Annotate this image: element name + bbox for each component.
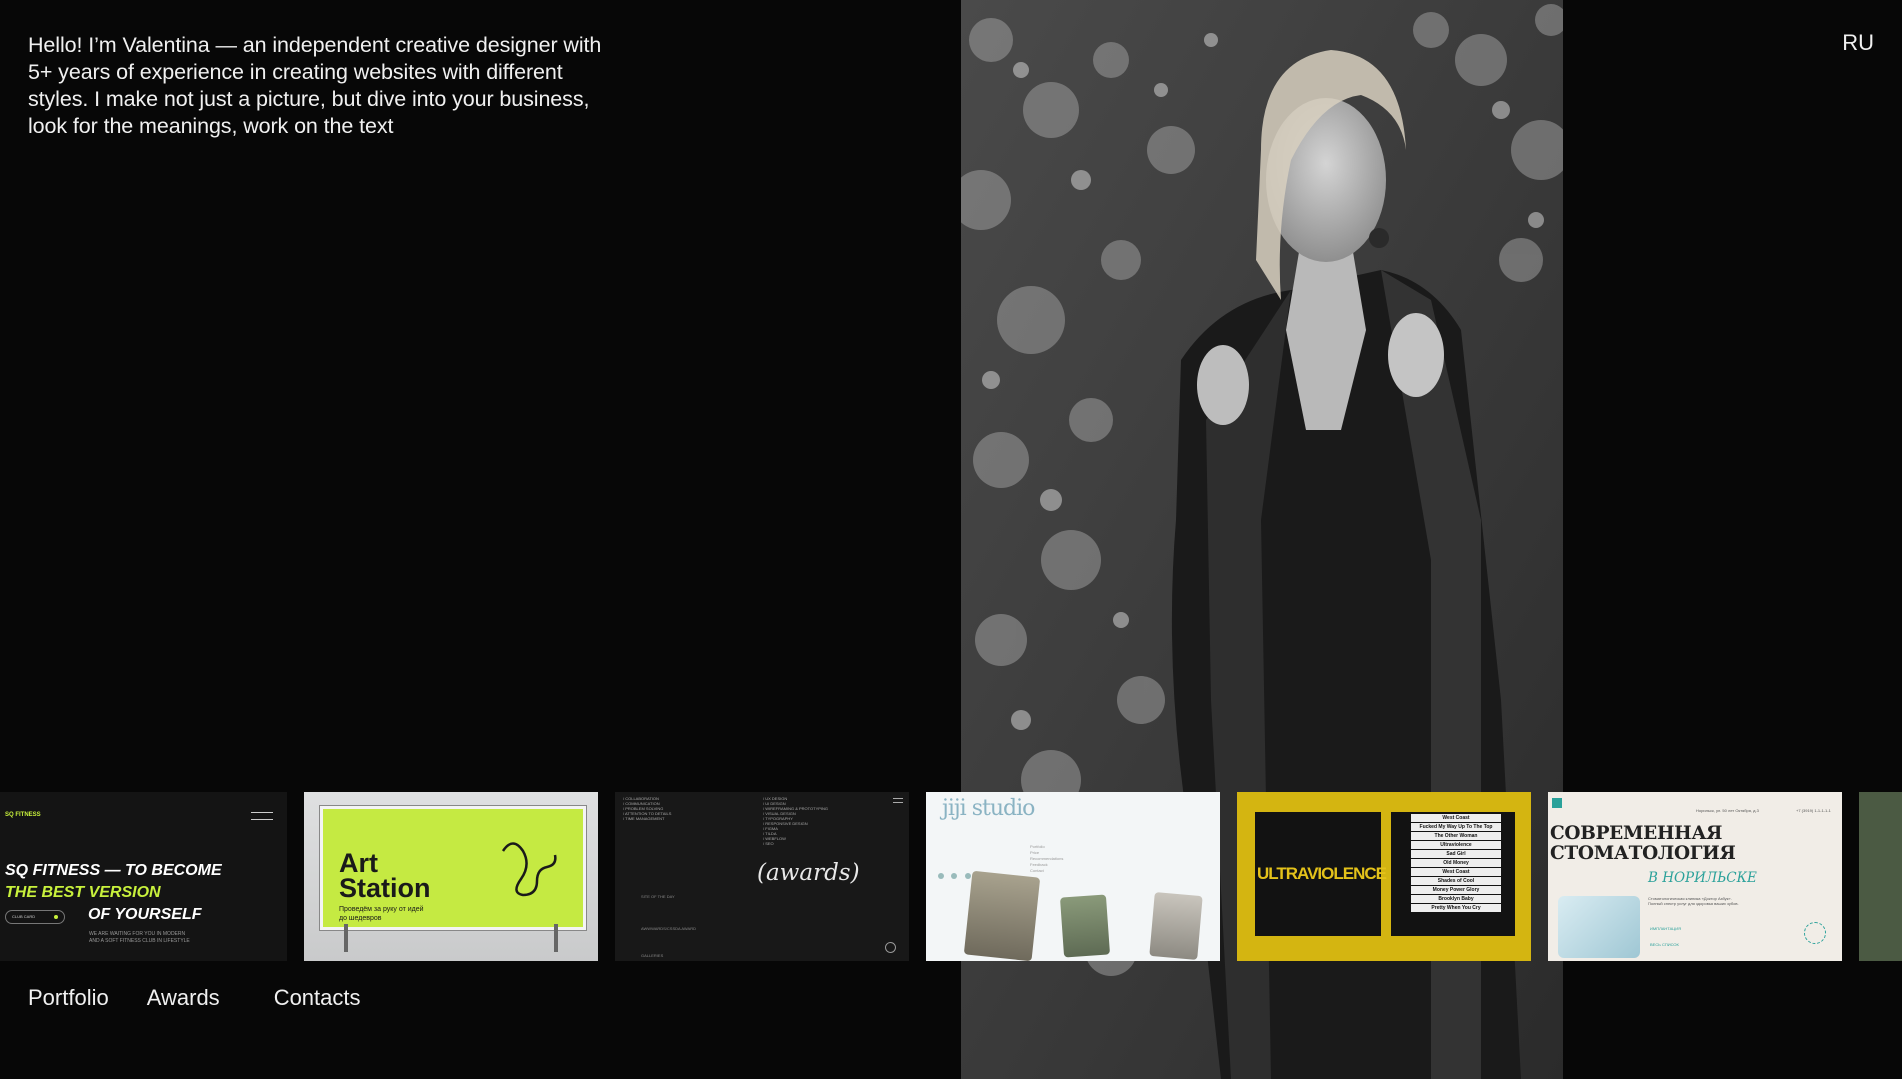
card-skill-list-left: / COLLABORATION / COMMUNICATION / PROBLE… (623, 796, 672, 821)
card-description: Стоматологическая клиника «Доктор Азбук»… (1648, 896, 1739, 906)
card-pill-label: CLUB CARD (12, 914, 36, 919)
card-row-3: GALLERIES (641, 953, 664, 958)
portfolio-card-awards[interactable]: / COLLABORATION / COMMUNICATION / PROBLE… (615, 792, 909, 961)
card-ru-text: Проведём за руку от идей до шедевров (339, 906, 424, 922)
billboard: Art Station Проведём за руку от идей до … (320, 806, 586, 930)
card-headline-line2: THE BEST VERSION (5, 884, 161, 901)
portfolio-card-dentistry[interactable]: Норильск, ул. 50 лет Октября, д.3 +7 (39… (1548, 792, 1842, 961)
hamburger-icon (893, 798, 903, 803)
hamburger-icon (251, 812, 273, 820)
card-nav-text: Portfolio Price Recommendations Feedback… (1030, 844, 1064, 873)
language-switch[interactable]: RU (1842, 30, 1874, 56)
track-item: Sad Girl (1411, 850, 1501, 858)
card-row-1: SITE OF THE DAY (641, 894, 675, 899)
nav-awards[interactable]: Awards (147, 985, 220, 1011)
social-icons (938, 866, 971, 884)
track-item: Old Money (1411, 859, 1501, 867)
card-title-line2: Station (339, 873, 431, 903)
card-heading: (awards) (757, 860, 860, 886)
card-address: Норильск, ул. 50 лет Октября, д.3 (1696, 808, 1759, 813)
card-logo: jiji studio (942, 796, 1035, 821)
tooth-image (1558, 896, 1640, 958)
dot-icon (54, 915, 58, 919)
billboard-post-left (344, 924, 348, 952)
track-item: Shades of Cool (1411, 877, 1501, 885)
card-headline-line1: SQ FITNESS — TO BECOME (5, 862, 222, 879)
nav-contacts[interactable]: Contacts (274, 985, 361, 1011)
card-title: Art Station (339, 850, 431, 903)
track-item: West Coast (1411, 814, 1501, 822)
wedding-photo-2 (1059, 894, 1111, 958)
track-item: Fucked My Way Up To The Top (1411, 823, 1501, 831)
portfolio-card-sq-fitness[interactable]: SQ FITNESS SQ FITNESS — TO BECOME THE BE… (0, 792, 287, 961)
track-item: Money Power Glory (1411, 886, 1501, 894)
card-title: ULTRAVIOLENCE (1257, 864, 1387, 883)
track-item: Brooklyn Baby (1411, 895, 1501, 903)
card-headline-line3: OF YOURSELF (88, 906, 202, 923)
card-skill-list-right: / UX DESIGN / UI DESIGN / WIREFRAMING & … (763, 796, 829, 846)
track-item: The Other Woman (1411, 832, 1501, 840)
card-link-2: ВЕСЬ СПИСОК (1650, 942, 1679, 947)
portfolio-card-ultraviolence[interactable]: ULTRAVIOLENCE West Coast Fucked My Way U… (1237, 792, 1531, 961)
card-subtext: WE ARE WAITING FOR YOU IN MODERN AND A S… (89, 931, 190, 944)
card-pill-button: CLUB CARD (5, 910, 65, 924)
billboard-post-right (554, 924, 558, 952)
track-item: Pretty When You Cry (1411, 904, 1501, 912)
card-phone: +7 (3919) 1-1-1-1-1 (1796, 808, 1831, 813)
card-link-1: ИМПЛАНТАЦИЯ (1650, 926, 1681, 931)
play-circle-icon (1804, 922, 1826, 944)
intro-text: Hello! I’m Valentina — an independent cr… (28, 33, 602, 138)
card-brand-tag: SQ FITNESS (5, 812, 41, 818)
wedding-photo-3 (1149, 892, 1203, 960)
scroll-indicator-icon (885, 942, 896, 953)
portfolio-card-art-station[interactable]: Art Station Проведём за руку от идей до … (304, 792, 598, 961)
portfolio-card-jiji-studio[interactable]: jiji studio Portfolio Price Recommendati… (926, 792, 1220, 961)
squiggle-icon (501, 842, 557, 897)
card-subtitle: В НОРИЛЬСКЕ (1648, 870, 1757, 886)
portfolio-card-partial[interactable] (1859, 792, 1902, 961)
card-title: СОВРЕМЕННАЯ СТОМАТОЛОГИЯ (1550, 823, 1736, 864)
track-item: Ultraviolence (1411, 841, 1501, 849)
track-item: West Coast (1411, 868, 1501, 876)
main-nav: Portfolio Awards Contacts (28, 985, 361, 1011)
card-row-2: AWWWARDS/CSSDA AWARD (641, 926, 696, 931)
clinic-logo-icon (1552, 798, 1562, 808)
nav-portfolio[interactable]: Portfolio (28, 985, 109, 1011)
portfolio-strip: SQ FITNESS SQ FITNESS — TO BECOME THE BE… (0, 792, 1902, 961)
wedding-photo-1 (963, 870, 1041, 961)
